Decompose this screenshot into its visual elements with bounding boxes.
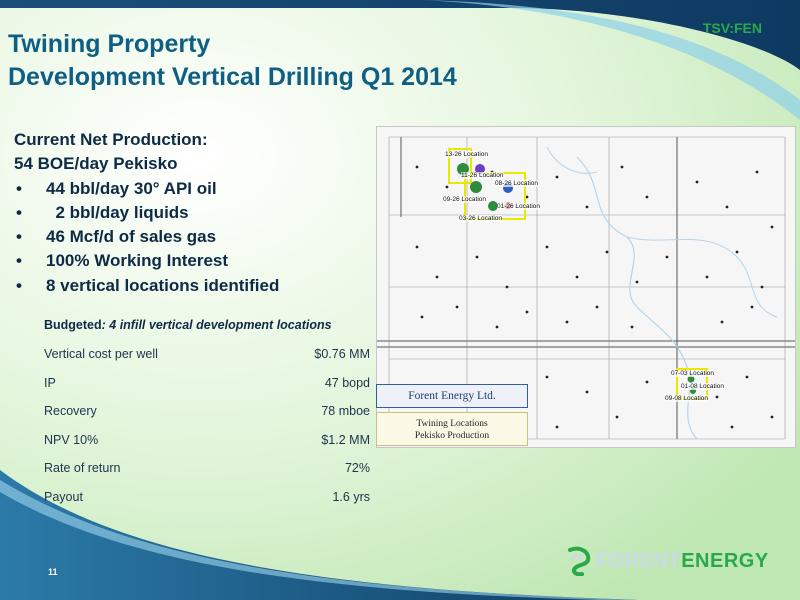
table-row: NPV 10% $1.2 MM xyxy=(44,432,370,447)
table-row: IP 47 bopd xyxy=(44,375,370,390)
ticker-symbol: TSV:FEN xyxy=(702,20,762,36)
page-title: Twining Property Development Vertical Dr… xyxy=(8,28,457,94)
bullet-icon: • xyxy=(16,251,22,271)
list-item: • 44 bbl/day 30° API oil xyxy=(14,177,279,201)
map-location-label: 11-26 Location xyxy=(461,172,504,179)
logo-wordmark: FORENTENERGY xyxy=(596,549,769,572)
table-row: Vertical cost per well $0.76 MM xyxy=(44,347,370,361)
table-row: Recovery 78 mboe xyxy=(44,404,370,418)
list-item: • 8 vertical locations identified xyxy=(14,274,279,298)
bullet-icon: • xyxy=(16,202,22,222)
bullet-icon: • xyxy=(16,275,22,295)
map-location-label: 08-26 Location xyxy=(495,180,539,187)
budget-heading: Budgeted: 4 infill vertical development … xyxy=(44,318,332,332)
company-logo: FORENTENERGY xyxy=(566,546,769,576)
map-location-label: 01-08 Location xyxy=(681,383,725,390)
map-location-label: 07-03 Location xyxy=(671,370,715,377)
production-summary: Current Net Production: 54 BOE/day Pekis… xyxy=(14,128,279,298)
title-line-2: Development Vertical Drilling Q1 2014 xyxy=(8,63,457,91)
list-item: • 46 Mcf/d of sales gas xyxy=(14,225,279,249)
bullet-icon: • xyxy=(16,178,22,198)
map-legend: Forent Energy Ltd. Twining Locations Pek… xyxy=(376,384,528,446)
map-location-label: 01-26 Location xyxy=(497,203,541,210)
list-item: • 2 bbl/day liquids xyxy=(14,201,279,225)
production-bullets: • 44 bbl/day 30° API oil • 2 bbl/day liqu… xyxy=(14,177,279,298)
page-number: 11 xyxy=(48,567,58,577)
production-heading: Current Net Production: xyxy=(14,130,208,149)
legend-company: Forent Energy Ltd. xyxy=(376,384,528,408)
map-location-label: 09-08 Location xyxy=(665,395,709,402)
table-row: Payout 1.6 yrs xyxy=(44,489,370,504)
table-row: Rate of return 72% xyxy=(44,461,370,475)
bullet-icon: • xyxy=(16,227,22,247)
legend-description: Twining Locations Pekisko Production xyxy=(376,412,528,446)
map-location-label: 09-26 Location xyxy=(443,196,487,203)
title-line-1: Twining Property xyxy=(8,30,211,58)
list-item: • 100% Working Interest xyxy=(14,249,279,273)
slide: TSV:FEN Twining Property Development Ver… xyxy=(0,0,800,600)
budget-table: Vertical cost per well $0.76 MM IP 47 bopd… xyxy=(44,342,370,513)
map-location-label: 03-26 Location xyxy=(459,215,503,222)
map-location-label: 13-26 Location xyxy=(445,151,489,158)
production-subheading: 54 BOE/day Pekisko xyxy=(14,154,178,174)
forent-logo-icon xyxy=(568,546,591,576)
